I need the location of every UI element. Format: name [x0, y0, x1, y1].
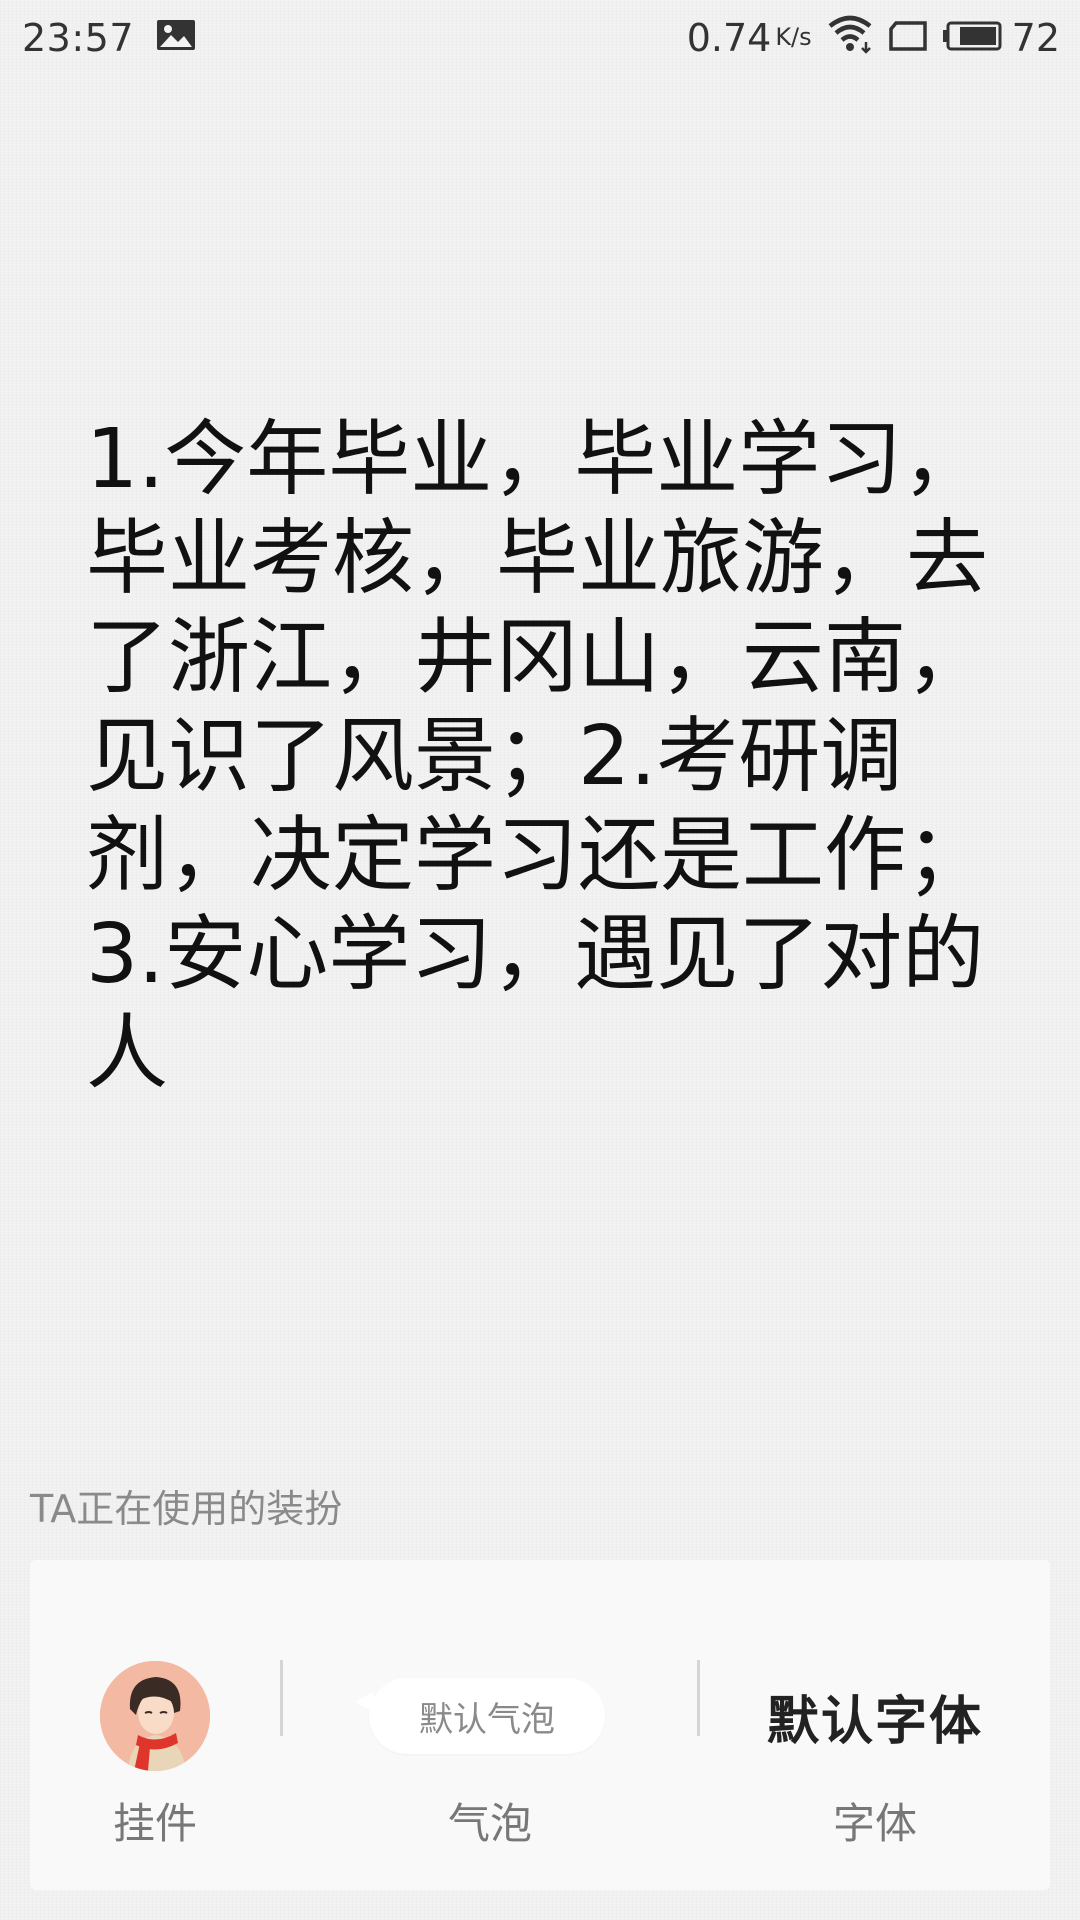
avatar-pendant-icon	[100, 1661, 210, 1771]
decor-item-font[interactable]: 默认字体 字体	[700, 1560, 1050, 1890]
chat-bubble-icon: 默认气泡	[355, 1678, 605, 1754]
status-time: 23:57	[22, 16, 135, 60]
battery-icon	[942, 16, 1002, 60]
font-caption: 字体	[832, 1799, 917, 1848]
wifi-icon	[826, 14, 874, 63]
sim-icon	[888, 16, 928, 60]
message-text: 1.今年毕业，毕业学习，毕业考核，毕业旅游，去了浙江，井冈山，云南，见识了风景；…	[86, 412, 989, 1101]
bubble-preview-text: 默认气泡	[419, 1699, 555, 1740]
pendant-preview	[100, 1658, 210, 1774]
net-speed-value: 0.74	[686, 16, 772, 60]
status-right: 0.74 K/s 72	[673, 14, 1060, 63]
pendant-caption: 挂件	[112, 1799, 197, 1848]
decor-section-title: TA正在使用的装扮	[30, 1487, 343, 1531]
font-preview-text: 默认字体	[766, 1691, 983, 1752]
net-speed: 0.74 K/s	[687, 16, 812, 60]
decor-item-bubble[interactable]: 默认气泡 气泡	[283, 1560, 697, 1890]
battery-level: 72	[1011, 16, 1060, 60]
bubble-tail	[355, 1692, 373, 1712]
bubble-caption: 气泡	[447, 1799, 532, 1848]
net-speed-unit: K/s	[775, 23, 812, 51]
status-left: 23:57	[22, 16, 196, 60]
font-preview: 默认字体	[700, 1658, 1050, 1774]
bubble-preview: 默认气泡	[355, 1658, 605, 1774]
decor-item-pendant[interactable]: 挂件	[30, 1560, 280, 1890]
decor-card: 挂件 默认气泡 气泡 默认字体 字体	[30, 1560, 1050, 1890]
gallery-icon	[156, 16, 196, 60]
status-bar: 23:57 0.74 K/s 72	[0, 0, 1080, 76]
